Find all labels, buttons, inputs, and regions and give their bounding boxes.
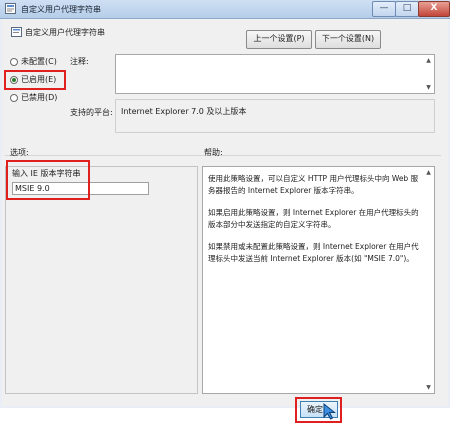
scroll-down-icon[interactable]: ▼: [424, 83, 433, 92]
next-setting-button[interactable]: 下一个设置(N): [315, 30, 381, 49]
scroll-up-icon[interactable]: ▲: [424, 56, 433, 65]
options-panel: [5, 166, 198, 394]
highlight-options-box: [6, 160, 90, 200]
close-button[interactable]: X: [418, 1, 450, 17]
setting-name: 自定义用户代理字符串: [25, 28, 105, 37]
radio-disabled[interactable]: 已禁用(D): [10, 92, 57, 103]
platform-value: Internet Explorer 7.0 及以上版本: [121, 107, 247, 116]
options-label: 选项:: [10, 148, 29, 157]
comment-textarea[interactable]: ▲ ▼: [115, 54, 435, 94]
policy-icon: [5, 3, 16, 14]
help-paragraph: 如果禁用或未配置此策略设置，则 Internet Explorer 在用户代理标…: [208, 242, 419, 263]
divider: [5, 155, 441, 156]
minimize-button[interactable]: —: [372, 1, 396, 17]
help-label: 帮助:: [204, 148, 223, 157]
help-paragraph: 使用此策略设置，可以自定义 HTTP 用户代理标头中向 Web 服务器报告的 I…: [208, 174, 419, 195]
title-bar[interactable]: 自定义用户代理字符串 — □ X: [0, 0, 450, 19]
mouse-cursor-icon: [323, 402, 336, 420]
radio-circle[interactable]: [10, 57, 18, 66]
policy-dialog-window: 自定义用户代理字符串 — □ X 自定义用户代理字符串 上一个设置(P) 下一个…: [0, 0, 450, 423]
radio-label: 未配置(C): [21, 57, 57, 66]
help-text-panel: 使用此策略设置，可以自定义 HTTP 用户代理标头中向 Web 服务器报告的 I…: [202, 166, 435, 394]
previous-setting-button[interactable]: 上一个设置(P): [246, 30, 312, 49]
setting-icon: [11, 27, 22, 37]
maximize-button[interactable]: □: [395, 1, 419, 17]
comment-label: 注释:: [70, 57, 89, 66]
radio-circle[interactable]: [10, 93, 18, 102]
dialog-content: 自定义用户代理字符串 上一个设置(P) 下一个设置(N) 未配置(C) 已启用(…: [2, 19, 448, 423]
platform-label: 支持的平台:: [70, 108, 113, 117]
radio-not-configured[interactable]: 未配置(C): [10, 56, 57, 67]
scroll-down-icon[interactable]: ▼: [424, 383, 433, 392]
help-paragraph: 如果启用此策略设置，则 Internet Explorer 在用户代理标头的版本…: [208, 208, 419, 229]
platform-box: Internet Explorer 7.0 及以上版本: [115, 99, 435, 133]
radio-label: 已禁用(D): [21, 93, 58, 102]
window-title: 自定义用户代理字符串: [21, 5, 101, 14]
scroll-up-icon[interactable]: ▲: [424, 168, 433, 177]
highlight-enabled-box: [4, 70, 66, 90]
